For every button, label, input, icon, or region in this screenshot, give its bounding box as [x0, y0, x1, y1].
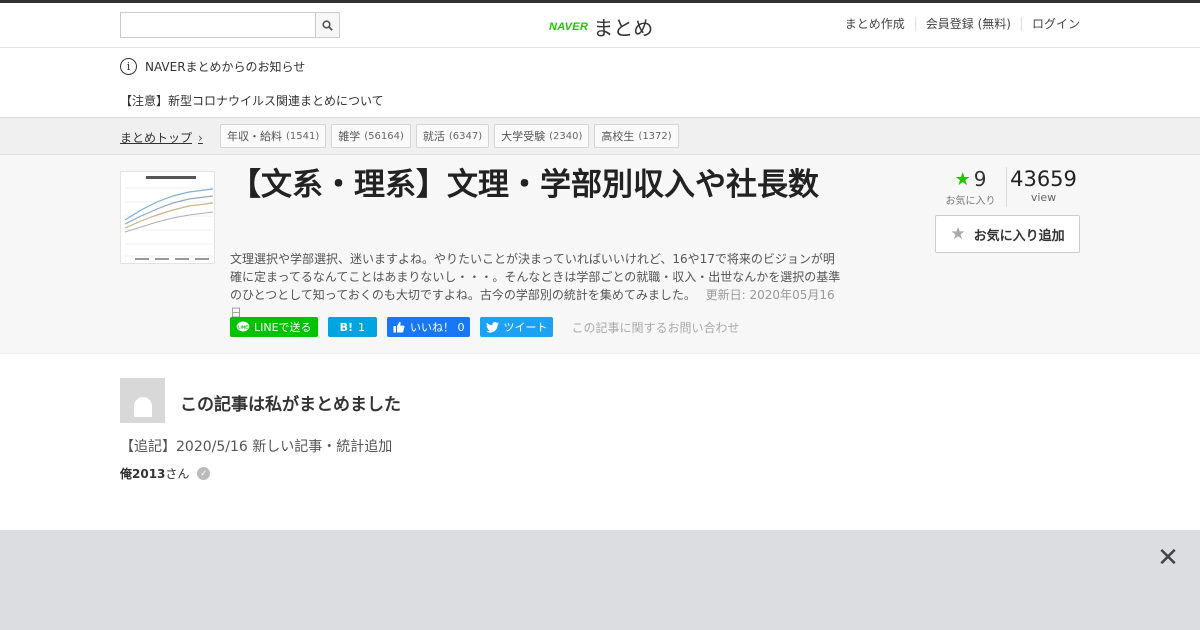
twitter-bird-icon: [486, 321, 500, 333]
tag-high-school[interactable]: 高校生 (1372): [594, 124, 679, 148]
tag-label: 大学受験: [501, 130, 546, 143]
tag-income[interactable]: 年収・給料 (1541): [220, 124, 327, 148]
favorites-count: 9: [973, 167, 987, 191]
favorites-label: お気に入り: [945, 196, 996, 207]
header-links: まとめ作成 会員登録 (無料) ログイン: [835, 17, 1080, 31]
ad-banner-area: ✕: [0, 530, 1200, 630]
register-link[interactable]: 会員登録 (無料): [914, 17, 1021, 31]
hatena-bookmark-button[interactable]: B! 1: [327, 317, 377, 337]
contact-link[interactable]: この記事に関するお問い合わせ: [571, 319, 739, 336]
tag-count: (1541): [286, 130, 320, 142]
article-thumbnail[interactable]: [120, 171, 215, 264]
tag-label: 雑学: [338, 130, 361, 143]
info-icon: i: [120, 58, 137, 75]
tweet-button[interactable]: ツイート: [480, 317, 554, 337]
article-title: 【文系・理系】文理・学部別収入や社長数: [230, 167, 819, 203]
facebook-like-label: いいね！ 0: [409, 321, 465, 334]
notice-title: i NAVERまとめからのお知らせ: [120, 58, 305, 75]
tag-count: (56164): [364, 130, 404, 142]
hatena-icon: B!: [339, 320, 353, 334]
default-user-icon: [133, 397, 152, 417]
author-name-suffix: さん: [165, 467, 190, 481]
breadcrumb-top-link[interactable]: まとめトップ ›: [120, 129, 203, 146]
tag-label: 年収・給料: [227, 130, 282, 143]
chevron-right-icon: ›: [198, 130, 203, 145]
logo-brand: NAVER: [549, 20, 589, 33]
article-header: 【文系・理系】文理・学部別収入や社長数 文理選択や学部選択、迷いますよね。やりた…: [0, 155, 1200, 354]
facebook-like-button[interactable]: いいね！ 0: [386, 317, 471, 337]
verified-check-icon: ✓: [197, 467, 211, 480]
site-header: NAVER まとめ まとめ作成 会員登録 (無料) ログイン: [0, 3, 1200, 48]
views-label: view: [1030, 191, 1057, 204]
star-icon: ★: [954, 168, 971, 190]
tag-trivia[interactable]: 雑学 (56164): [331, 124, 411, 148]
tweet-label: ツイート: [503, 321, 548, 334]
share-buttons: LINE LINEで送る B! 1 いいね！ 0 ツイート この記事に関するお問…: [230, 317, 739, 337]
svg-text:LINE: LINE: [238, 324, 248, 329]
close-icon[interactable]: ✕: [1156, 545, 1180, 571]
tag-job-hunting[interactable]: 就活 (6347): [415, 124, 490, 148]
notice-area: i NAVERまとめからのお知らせ 【注意】新型コロナウイルス関連まとめについて: [0, 48, 1200, 118]
tag-university-exam[interactable]: 大学受験 (2340): [494, 124, 590, 148]
star-outline-icon: ★: [950, 224, 966, 244]
add-favorite-button[interactable]: ★ お気に入り追加: [935, 215, 1080, 253]
author-note: 【追記】2020/5/16 新しい記事・統計追加: [120, 439, 393, 455]
tag-label: 就活: [422, 130, 445, 143]
breadcrumb: まとめトップ › 年収・給料 (1541) 雑学 (56164) 就活 (634…: [0, 118, 1200, 155]
line-share-button[interactable]: LINE LINEで送る: [230, 317, 318, 337]
search-box: [120, 12, 340, 38]
site-logo[interactable]: NAVER まとめ: [549, 12, 653, 41]
author-heading: この記事は私がまとめました: [180, 395, 401, 415]
add-favorite-label: お気に入り追加: [973, 228, 1065, 244]
category-tags: 年収・給料 (1541) 雑学 (56164) 就活 (6347) 大学受験 (…: [220, 124, 684, 148]
line-share-label: LINEで送る: [254, 321, 312, 334]
favorites-count-row: ★ 9: [935, 167, 1006, 191]
favorites-stat: ★ 9 お気に入り: [935, 167, 1007, 207]
line-icon: LINE: [236, 321, 250, 332]
thumbnail-chart-image: [121, 172, 214, 263]
notice-link[interactable]: 【注意】新型コロナウイルス関連まとめについて: [120, 92, 384, 109]
search-button[interactable]: [315, 12, 340, 38]
search-input[interactable]: [120, 12, 315, 38]
author-section: この記事は私がまとめました 【追記】2020/5/16 新しい記事・統計追加 俺…: [0, 354, 1200, 529]
views-count: 43659: [1010, 167, 1077, 191]
tag-count: (1372): [638, 130, 672, 142]
article-description: 文理選択や学部選択、迷いますよね。やりたいことが決まっていればいいけれど、16や…: [230, 250, 845, 322]
views-stat: 43659 view: [1007, 167, 1080, 207]
thumbs-up-icon: [393, 321, 405, 333]
tag-count: (2340): [549, 130, 583, 142]
author-name-link[interactable]: 俺2013: [120, 465, 165, 482]
search-icon: [322, 19, 333, 31]
avatar[interactable]: [120, 378, 165, 423]
logo-product: まとめ: [593, 16, 654, 40]
login-link[interactable]: ログイン: [1020, 17, 1080, 31]
create-matome-link[interactable]: まとめ作成: [835, 17, 915, 31]
notice-title-text: NAVERまとめからのお知らせ: [145, 60, 306, 74]
breadcrumb-top-label: まとめトップ: [120, 131, 193, 145]
tag-count: (6347): [448, 130, 483, 142]
hatena-count: 1: [357, 320, 365, 334]
author-name-row: 俺2013 さん ✓: [120, 465, 211, 482]
tag-label: 高校生: [601, 130, 635, 143]
article-stats: ★ 9 お気に入り 43659 view: [935, 167, 1080, 207]
